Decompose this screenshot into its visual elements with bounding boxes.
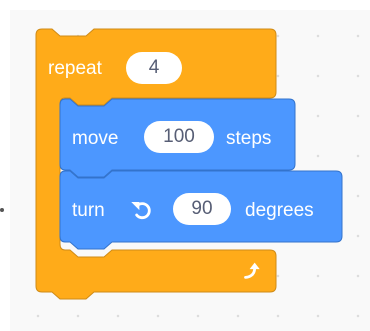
turn-degrees-label: degrees bbox=[245, 200, 314, 221]
move-label: move bbox=[72, 128, 119, 149]
repeat-count-input[interactable]: 4 bbox=[126, 52, 182, 84]
rotate-left-icon bbox=[131, 201, 151, 220]
loop-arrow-icon bbox=[244, 262, 260, 279]
turn-degrees-input[interactable]: 90 bbox=[173, 193, 231, 225]
script-blocks bbox=[35, 28, 343, 300]
turn-label: turn bbox=[72, 200, 105, 221]
repeat-label: repeat bbox=[48, 58, 102, 79]
move-steps-label: steps bbox=[226, 128, 272, 149]
move-steps-input[interactable]: 100 bbox=[144, 121, 214, 153]
